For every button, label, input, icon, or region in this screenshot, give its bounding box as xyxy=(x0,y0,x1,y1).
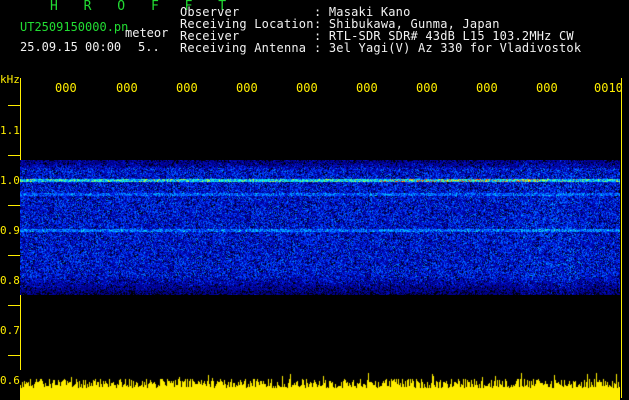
antenna-label: Receiving Antenna xyxy=(180,41,307,55)
freq-tick: 0.6 xyxy=(0,374,20,387)
time-tick: 000 xyxy=(356,81,378,95)
freq-tick-mark xyxy=(8,355,20,356)
time-tick: 000 xyxy=(296,81,318,95)
meteor-count: 5.. xyxy=(138,40,160,54)
time-tick: 000 xyxy=(416,81,438,95)
axis-unit: kHz xyxy=(0,73,20,86)
antenna-value: : 3el Yagi(V) Az 330 for Vladivostok xyxy=(314,41,582,55)
freq-tick: 1.0 xyxy=(0,174,20,187)
time-tick: 000 xyxy=(236,81,258,95)
freq-tick: 0.7 xyxy=(0,324,20,337)
freq-tick: 0.9 xyxy=(0,224,20,237)
meteor-label: meteor xyxy=(125,26,169,40)
freq-tick-mark xyxy=(8,255,20,256)
freq-tick: 0.8 xyxy=(0,274,20,287)
freq-tick-mark xyxy=(8,105,20,106)
hrofft-window: H R O F F T UT2509150000.pn meteor 25.09… xyxy=(0,0,629,400)
freq-tick-mark xyxy=(8,155,20,156)
freq-tick-mark xyxy=(8,205,20,206)
time-tick: 000 xyxy=(116,81,138,95)
time-tick: 000 xyxy=(536,81,558,95)
signal-level-strip xyxy=(20,370,620,400)
date-time: 25.09.15 00:00 xyxy=(20,40,122,54)
time-tick: 000 xyxy=(55,81,77,95)
time-tick: 000 xyxy=(476,81,498,95)
time-tick: 000 xyxy=(176,81,198,95)
file-name: UT2509150000.pn xyxy=(20,20,129,34)
waterfall-spectrogram xyxy=(20,160,620,295)
freq-tick: 1.1 xyxy=(0,124,20,137)
time-tick: 0010 xyxy=(594,81,623,95)
freq-tick-mark xyxy=(8,305,20,306)
